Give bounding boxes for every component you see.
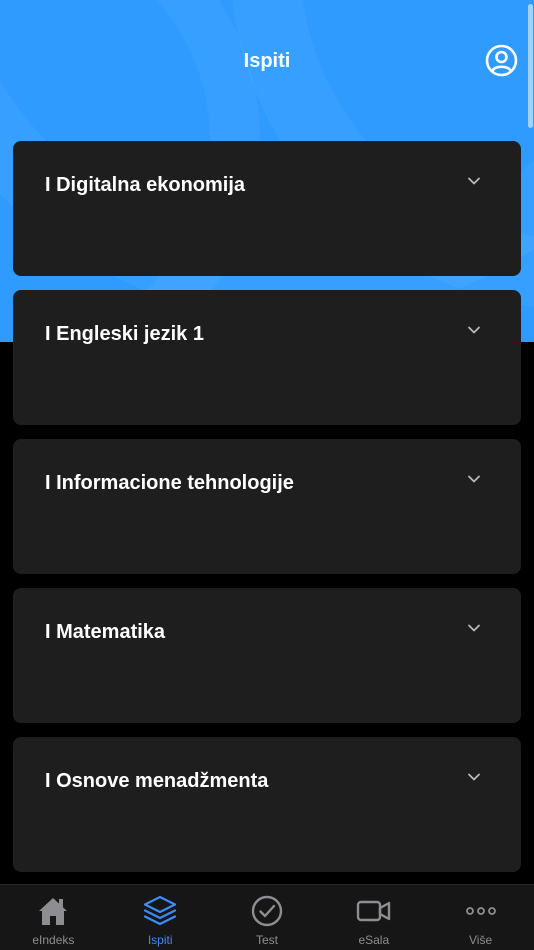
course-title: I Matematika xyxy=(45,621,166,643)
tab-label: Ispiti xyxy=(147,933,173,947)
course-card-osnove-menadzmenta[interactable]: I Osnove menadžmenta xyxy=(13,737,521,872)
layers-icon xyxy=(142,894,178,928)
course-title: I Osnove menadžmenta xyxy=(45,770,269,792)
course-title: I Engleski jezik 1 xyxy=(45,323,204,345)
tab-label: Više xyxy=(469,933,493,947)
course-list: I Digitalna ekonomija I Engleski jezik 1… xyxy=(13,141,521,886)
course-card-digitalna-ekonomija[interactable]: I Digitalna ekonomija xyxy=(13,141,521,276)
chevron-down-icon[interactable] xyxy=(467,623,481,633)
tab-label: eSala xyxy=(358,933,390,947)
check-circle-icon xyxy=(249,894,285,928)
course-card-matematika[interactable]: I Matematika xyxy=(13,588,521,723)
course-title: I Digitalna ekonomija xyxy=(45,174,246,196)
more-dots-icon xyxy=(463,894,499,928)
chevron-down-icon[interactable] xyxy=(467,325,481,335)
tab-label: Test xyxy=(255,933,278,947)
course-card-engleski-jezik-1[interactable]: I Engleski jezik 1 xyxy=(13,290,521,425)
chevron-down-icon[interactable] xyxy=(467,474,481,484)
course-title: I Informacione tehnologije xyxy=(45,472,294,494)
tab-test[interactable]: Test xyxy=(214,885,321,950)
profile-button[interactable] xyxy=(485,44,518,77)
tab-vise[interactable]: Više xyxy=(427,885,534,950)
tab-ispiti[interactable]: Ispiti xyxy=(107,885,214,950)
chevron-down-icon[interactable] xyxy=(467,772,481,782)
tab-bar: eIndeks Ispiti Test eSala Više xyxy=(0,884,534,950)
chevron-down-icon[interactable] xyxy=(467,176,481,186)
tab-label: eIndeks xyxy=(32,933,75,947)
user-circle-icon xyxy=(485,44,518,77)
tab-eindeks[interactable]: eIndeks xyxy=(0,885,107,950)
course-card-informacione-tehnologije[interactable]: I Informacione tehnologije xyxy=(13,439,521,574)
home-icon xyxy=(35,894,71,928)
tab-esala[interactable]: eSala xyxy=(320,885,427,950)
video-camera-icon xyxy=(356,894,392,928)
page-title: Ispiti xyxy=(243,50,291,72)
